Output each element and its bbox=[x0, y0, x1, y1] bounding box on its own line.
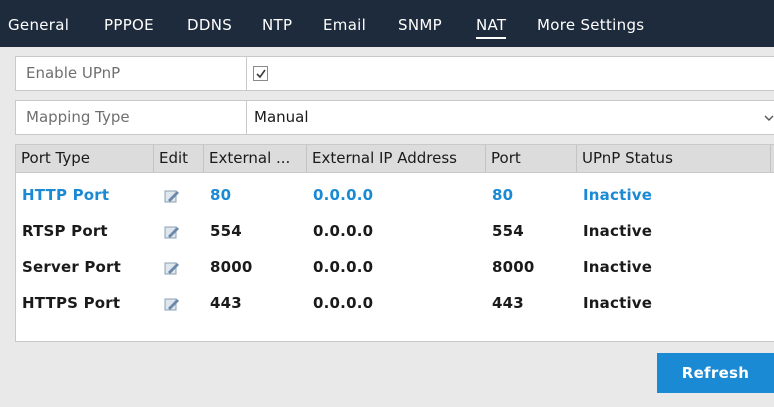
port-cell: 80 bbox=[492, 186, 514, 204]
edit-icon[interactable] bbox=[164, 261, 180, 275]
settings-tab-bar: General PPPOE DDNS NTP Email SNMP NAT Mo… bbox=[0, 0, 774, 47]
tab-snmp[interactable]: SNMP bbox=[398, 15, 442, 39]
tab-general[interactable]: General bbox=[8, 15, 69, 39]
external-ip-cell: 0.0.0.0 bbox=[313, 186, 374, 204]
tab-more-settings[interactable]: More Settings bbox=[537, 15, 644, 39]
external-port-cell: 554 bbox=[210, 222, 242, 240]
column-header-port-type[interactable]: Port Type bbox=[16, 145, 154, 172]
row-divider bbox=[246, 57, 247, 90]
tab-pppoe[interactable]: PPPOE bbox=[104, 15, 154, 39]
table-row[interactable]: HTTP Port 80 0.0.0.0 80 Inactive bbox=[16, 177, 774, 213]
refresh-button[interactable]: Refresh bbox=[657, 353, 774, 393]
tab-ddns[interactable]: DDNS bbox=[187, 15, 232, 39]
tab-ntp[interactable]: NTP bbox=[262, 15, 292, 39]
upnp-status-cell: Inactive bbox=[583, 258, 653, 276]
edit-icon[interactable] bbox=[164, 225, 180, 239]
chevron-down-icon[interactable] bbox=[764, 114, 774, 122]
edit-icon[interactable] bbox=[164, 297, 180, 311]
table-row[interactable]: HTTPS Port 443 0.0.0.0 443 Inactive bbox=[16, 285, 774, 321]
external-ip-cell: 0.0.0.0 bbox=[313, 258, 374, 276]
external-ip-cell: 0.0.0.0 bbox=[313, 222, 374, 240]
external-port-cell: 80 bbox=[210, 186, 232, 204]
mapping-type-label: Mapping Type bbox=[26, 108, 130, 126]
upnp-status-cell: Inactive bbox=[583, 294, 653, 312]
column-header-external-ip[interactable]: External IP Address bbox=[307, 145, 486, 172]
mapping-type-select[interactable]: Manual bbox=[254, 101, 309, 134]
column-header-external-port[interactable]: External ... bbox=[204, 145, 307, 172]
column-header-upnp-status[interactable]: UPnP Status bbox=[577, 145, 771, 172]
enable-upnp-row: Enable UPnP bbox=[15, 56, 774, 91]
external-port-cell: 443 bbox=[210, 294, 242, 312]
table-row[interactable]: RTSP Port 554 0.0.0.0 554 Inactive bbox=[16, 213, 774, 249]
port-type-cell: Server Port bbox=[22, 258, 122, 276]
tab-email[interactable]: Email bbox=[323, 15, 366, 39]
port-mapping-table: Port Type Edit External ... External IP … bbox=[15, 144, 774, 342]
external-ip-cell: 0.0.0.0 bbox=[313, 294, 374, 312]
enable-upnp-label: Enable UPnP bbox=[26, 64, 121, 82]
edit-icon[interactable] bbox=[164, 189, 180, 203]
port-cell: 8000 bbox=[492, 258, 535, 276]
table-row[interactable]: Server Port 8000 0.0.0.0 8000 Inactive bbox=[16, 249, 774, 285]
column-header-edit[interactable]: Edit bbox=[154, 145, 204, 172]
table-header: Port Type Edit External ... External IP … bbox=[16, 145, 774, 173]
port-cell: 554 bbox=[492, 222, 524, 240]
row-divider bbox=[246, 101, 247, 134]
tab-nat[interactable]: NAT bbox=[476, 15, 507, 39]
port-type-cell: RTSP Port bbox=[22, 222, 108, 240]
upnp-status-cell: Inactive bbox=[583, 222, 653, 240]
port-type-cell: HTTPS Port bbox=[22, 294, 121, 312]
port-type-cell: HTTP Port bbox=[22, 186, 110, 204]
upnp-status-cell: Inactive bbox=[583, 186, 653, 204]
port-cell: 443 bbox=[492, 294, 524, 312]
check-icon bbox=[256, 69, 266, 79]
external-port-cell: 8000 bbox=[210, 258, 253, 276]
mapping-type-row: Mapping Type Manual bbox=[15, 100, 774, 135]
enable-upnp-checkbox[interactable] bbox=[253, 66, 268, 81]
column-header-port[interactable]: Port bbox=[486, 145, 577, 172]
